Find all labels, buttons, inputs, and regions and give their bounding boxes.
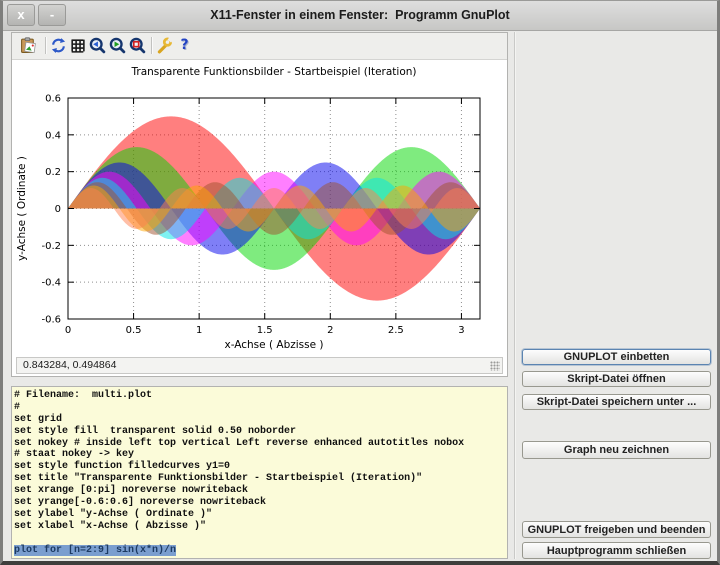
script-line[interactable]: set nokey # inside left top vertical Lef… (14, 438, 507, 450)
svg-text:0: 0 (55, 204, 61, 215)
save-script-as-button[interactable]: Skript-Datei speichern unter ... (522, 394, 711, 410)
script-line[interactable]: # Filename: multi.plot (14, 390, 507, 402)
grid-icon[interactable] (69, 37, 86, 54)
close-window-button[interactable]: x (7, 4, 35, 26)
plot-canvas[interactable]: 0 0.5 1 1.5 2 2.5 3 -0.6 -0.4 -0.2 0 0.2 0.4 0.6 Trans… (12, 59, 507, 355)
app-window: X11-Fenster in einem Fenster: Programm G… (0, 0, 720, 565)
script-line[interactable]: set ylabel "y-Achse ( Ordinate )" (14, 509, 507, 521)
svg-text:0.5: 0.5 (126, 325, 142, 336)
gnuplot-chart: 0 0.5 1 1.5 2 2.5 3 -0.6 -0.4 -0.2 0 0.2 0.4 0.6 Trans… (12, 59, 507, 355)
vertical-separator (514, 32, 516, 559)
script-line[interactable]: set xlabel "x-Achse ( Abzisse )" (14, 521, 507, 533)
svg-text:-0.6: -0.6 (41, 315, 61, 326)
svg-text:-0.2: -0.2 (41, 241, 61, 252)
script-line[interactable] (14, 533, 507, 545)
script-line[interactable]: set style fill transparent solid 0.50 no… (14, 426, 507, 438)
script-line[interactable]: # staat nokey -> key (14, 449, 507, 461)
zoom-next-icon[interactable] (109, 37, 126, 54)
refresh-icon[interactable] (50, 37, 67, 54)
minimize-window-button[interactable]: - (38, 4, 66, 26)
svg-text:3: 3 (458, 325, 464, 336)
svg-text:2: 2 (327, 325, 333, 336)
script-editor[interactable]: # Filename: multi.plot#set gridset style… (11, 386, 508, 559)
script-line[interactable]: set style function filledcurves y1=0 (14, 461, 507, 473)
svg-text:Transparente Funktionsbilder -: Transparente Funktionsbilder - Startbeis… (131, 66, 417, 78)
script-line[interactable]: set xrange [0:pi] noreverse nowriteback (14, 485, 507, 497)
resize-grip[interactable] (490, 361, 500, 371)
svg-text:x-Achse ( Abzisse ): x-Achse ( Abzisse ) (224, 339, 323, 351)
svg-text:0: 0 (65, 325, 71, 336)
mouse-coordinates: 0.843284, 0.494864 (23, 359, 116, 371)
export-image-icon[interactable] (20, 37, 37, 54)
titlebar[interactable]: X11-Fenster in einem Fenster: Programm G… (3, 1, 717, 31)
zoom-previous-icon[interactable] (89, 37, 106, 54)
embed-gnuplot-button[interactable]: GNUPLOT einbetten (522, 349, 711, 365)
window-title: X11-Fenster in einem Fenster: Programm G… (3, 1, 717, 30)
svg-text:-0.4: -0.4 (41, 278, 61, 289)
help-icon[interactable]: ? (176, 37, 193, 54)
svg-text:0.6: 0.6 (45, 94, 61, 105)
settings-wrench-icon[interactable] (156, 37, 173, 54)
toolbar-separator (151, 37, 153, 54)
script-line[interactable]: set title "Transparente Funktionsbilder … (14, 473, 507, 485)
toolbar-separator (45, 37, 47, 54)
script-line[interactable]: plot for [n=2:9] sin(x*n)/n (14, 545, 507, 557)
zoom-reset-icon[interactable] (129, 37, 146, 54)
redraw-graph-button[interactable]: Graph neu zeichnen (522, 441, 711, 459)
svg-text:1.5: 1.5 (257, 325, 273, 336)
plot-panel: ? 0 0.5 1 1.5 2 2.5 3 -0.6 -0.4 -0.2 0 0.2 0.4 0.6 Tra… (11, 32, 508, 377)
script-line[interactable]: set yrange[-0.6:0.6] noreverse nowriteba… (14, 497, 507, 509)
svg-text:2.5: 2.5 (388, 325, 404, 336)
script-line[interactable]: set grid (14, 414, 507, 426)
open-script-button[interactable]: Skript-Datei öffnen (522, 371, 711, 387)
close-main-program-button[interactable]: Hauptprogramm schließen (522, 542, 711, 559)
plot-toolbar: ? (12, 33, 507, 60)
svg-text:1: 1 (196, 325, 202, 336)
svg-text:0.2: 0.2 (45, 167, 61, 178)
svg-text:y-Achse ( Ordinate ): y-Achse ( Ordinate ) (16, 156, 28, 261)
status-bar: 0.843284, 0.494864 (16, 357, 503, 374)
release-and-quit-button[interactable]: GNUPLOT freigeben und beenden (522, 521, 711, 538)
svg-text:0.4: 0.4 (45, 130, 61, 141)
script-line[interactable]: # (14, 402, 507, 414)
